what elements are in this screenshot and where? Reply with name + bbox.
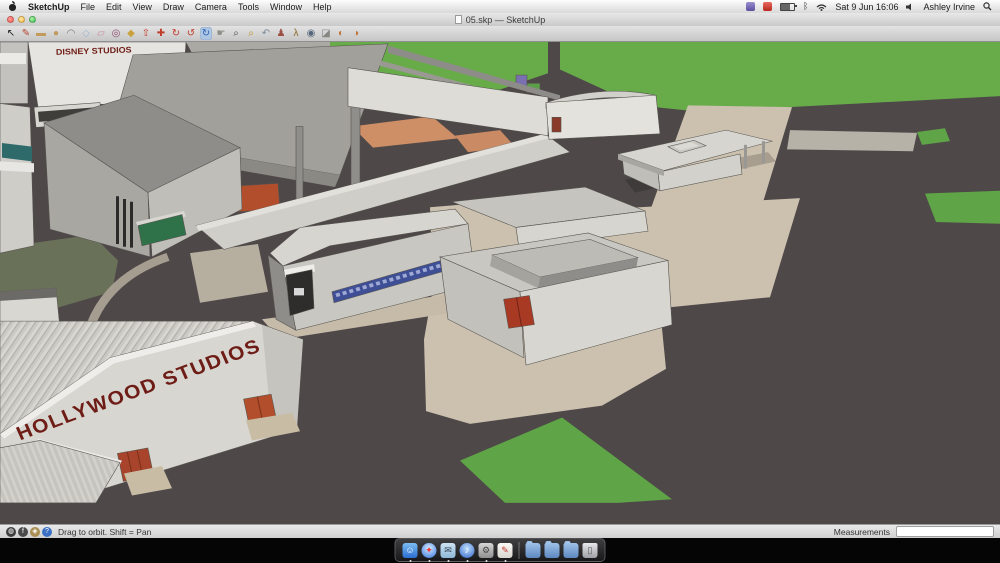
menu-app-name[interactable]: SketchUp bbox=[28, 2, 70, 12]
pipe-2 bbox=[123, 198, 126, 247]
menu-item-window[interactable]: Window bbox=[270, 2, 302, 12]
move-tool[interactable]: ✚ bbox=[155, 27, 167, 40]
display-icon[interactable] bbox=[746, 2, 755, 11]
measurements-label: Measurements bbox=[833, 526, 890, 537]
system-preferences-icon[interactable]: ⚙ bbox=[478, 542, 494, 562]
left-edge-building bbox=[0, 103, 35, 254]
menubar-user[interactable]: Ashley Irvine bbox=[923, 2, 975, 12]
menu-item-draw[interactable]: Draw bbox=[163, 2, 184, 12]
white-sill bbox=[0, 161, 34, 173]
rotate-tool[interactable]: ↻ bbox=[170, 27, 182, 40]
menu-item-edit[interactable]: Edit bbox=[106, 2, 122, 12]
tape-measure-tool[interactable]: ◎ bbox=[110, 27, 122, 40]
geolocation-icon[interactable]: ◍ bbox=[6, 526, 16, 537]
folder-documents-icon[interactable] bbox=[525, 540, 541, 558]
menubar: SketchUp File Edit View Draw Camera Tools Wind… bbox=[0, 0, 1000, 14]
close-button[interactable] bbox=[7, 16, 14, 23]
bluetooth-icon[interactable]: ᛒ bbox=[803, 2, 808, 11]
dock-separator bbox=[518, 541, 520, 559]
sketchup-dock-icon[interactable]: ✎ bbox=[497, 542, 513, 562]
shadows-tool[interactable]: ◐ bbox=[335, 27, 347, 40]
minimize-button[interactable] bbox=[18, 16, 25, 23]
window-title: 05.skp — SketchUp bbox=[465, 14, 546, 25]
building-corner-band bbox=[0, 53, 26, 65]
pipe-1 bbox=[116, 196, 119, 244]
arc-tool[interactable]: ◠ bbox=[65, 27, 77, 40]
select-tool[interactable]: ↖ bbox=[5, 27, 17, 40]
finder-icon[interactable]: ☺ bbox=[402, 542, 418, 562]
barrel-building bbox=[545, 94, 661, 140]
volume-icon[interactable] bbox=[906, 3, 915, 11]
menu-item-file[interactable]: File bbox=[81, 2, 96, 12]
grass-patch-right bbox=[925, 190, 1000, 224]
measurements-input[interactable] bbox=[896, 526, 994, 537]
battery-icon[interactable] bbox=[780, 2, 797, 11]
menu-item-view[interactable]: View bbox=[133, 2, 152, 12]
menu-item-help[interactable]: Help bbox=[313, 2, 332, 12]
credit-icon[interactable]: f bbox=[18, 526, 28, 537]
spotlight-icon[interactable] bbox=[983, 2, 992, 11]
trash-icon[interactable]: ▯ bbox=[582, 542, 598, 558]
zoom-window-button[interactable] bbox=[29, 16, 36, 23]
concrete-strip bbox=[787, 130, 917, 152]
position-camera-tool[interactable]: ♟ bbox=[275, 27, 287, 40]
look-around-tool[interactable]: ◉ bbox=[305, 27, 317, 40]
wifi-icon[interactable] bbox=[816, 3, 827, 11]
offset-tool[interactable]: ↺ bbox=[185, 27, 197, 40]
canopy-column-2 bbox=[295, 126, 304, 203]
building-corner bbox=[0, 42, 29, 104]
rectangle-tool[interactable]: ▬ bbox=[35, 27, 47, 40]
window-titlebar[interactable]: 05.skp — SketchUp bbox=[0, 13, 1000, 27]
claim-icon[interactable]: ◈ bbox=[30, 526, 40, 537]
folder-downloads-icon[interactable] bbox=[544, 540, 560, 558]
circle-tool[interactable]: ● bbox=[50, 27, 62, 40]
zoom-tool[interactable]: ⌕ bbox=[230, 27, 242, 40]
help-icon[interactable]: ? bbox=[42, 526, 52, 537]
pan-tool[interactable]: ☛ bbox=[215, 27, 227, 40]
fog-tool[interactable]: ◑ bbox=[350, 27, 362, 40]
previous-view-tool[interactable]: ↶ bbox=[260, 27, 272, 40]
menubar-clock[interactable]: Sat 9 Jun 16:06 bbox=[835, 2, 898, 12]
status-hint: Drag to orbit. Shift = Pan bbox=[58, 526, 152, 537]
toolbar: ↖ ✎ ▬ ● ◠ ◇ ▱ ◎ ◆ ⇧ ✚ ↻ ↺ ↻ ☛ ⌕ ⌕ ↶ ♟ λ ◉ ◪ ◐ ◑ bbox=[0, 26, 1000, 42]
walk-tool[interactable]: λ bbox=[290, 27, 302, 40]
dock: ☺ ✦ ✉ ♪ ⚙ ✎ ▯ bbox=[394, 538, 606, 562]
safari-icon[interactable]: ✦ bbox=[421, 542, 437, 562]
line-tool[interactable]: ✎ bbox=[20, 27, 32, 40]
folder-applications-icon[interactable] bbox=[563, 540, 579, 558]
menu-item-tools[interactable]: Tools bbox=[238, 2, 259, 12]
canopy-leg-1 bbox=[744, 144, 747, 169]
section-plane-tool[interactable]: ◪ bbox=[320, 27, 332, 40]
menu-item-camera[interactable]: Camera bbox=[195, 2, 227, 12]
model-viewport[interactable]: DISNEY STUDIOS HOLLYWOOD STUDIOS bbox=[0, 42, 1000, 524]
statusbar: ◍ f ◈? Drag to orbit. Shift = Pan Measurem… bbox=[0, 524, 1000, 538]
itunes-icon[interactable]: ♪ bbox=[459, 542, 475, 562]
pipe-3 bbox=[130, 201, 133, 248]
apple-menu-icon[interactable] bbox=[8, 1, 17, 11]
screen: SketchUp File Edit View Draw Camera Tools Wind… bbox=[0, 0, 1000, 563]
document-icon bbox=[454, 15, 462, 24]
entrance-sign bbox=[294, 288, 304, 296]
eraser-tool[interactable]: ▱ bbox=[95, 27, 107, 40]
desktop: ☺ ✦ ✉ ♪ ⚙ ✎ ▯ bbox=[0, 538, 1000, 563]
polygon-tool[interactable]: ◇ bbox=[80, 27, 92, 40]
zoom-extents-tool[interactable]: ⌕ bbox=[245, 27, 257, 40]
barrel-building-door bbox=[551, 117, 562, 133]
mail-icon[interactable]: ✉ bbox=[440, 542, 456, 562]
orbit-tool[interactable]: ↻ bbox=[200, 27, 212, 40]
push-pull-tool[interactable]: ⇧ bbox=[140, 27, 152, 40]
canopy-leg-2 bbox=[762, 141, 765, 164]
paint-bucket-tool[interactable]: ◆ bbox=[125, 27, 137, 40]
timemachine-icon[interactable] bbox=[763, 2, 772, 11]
